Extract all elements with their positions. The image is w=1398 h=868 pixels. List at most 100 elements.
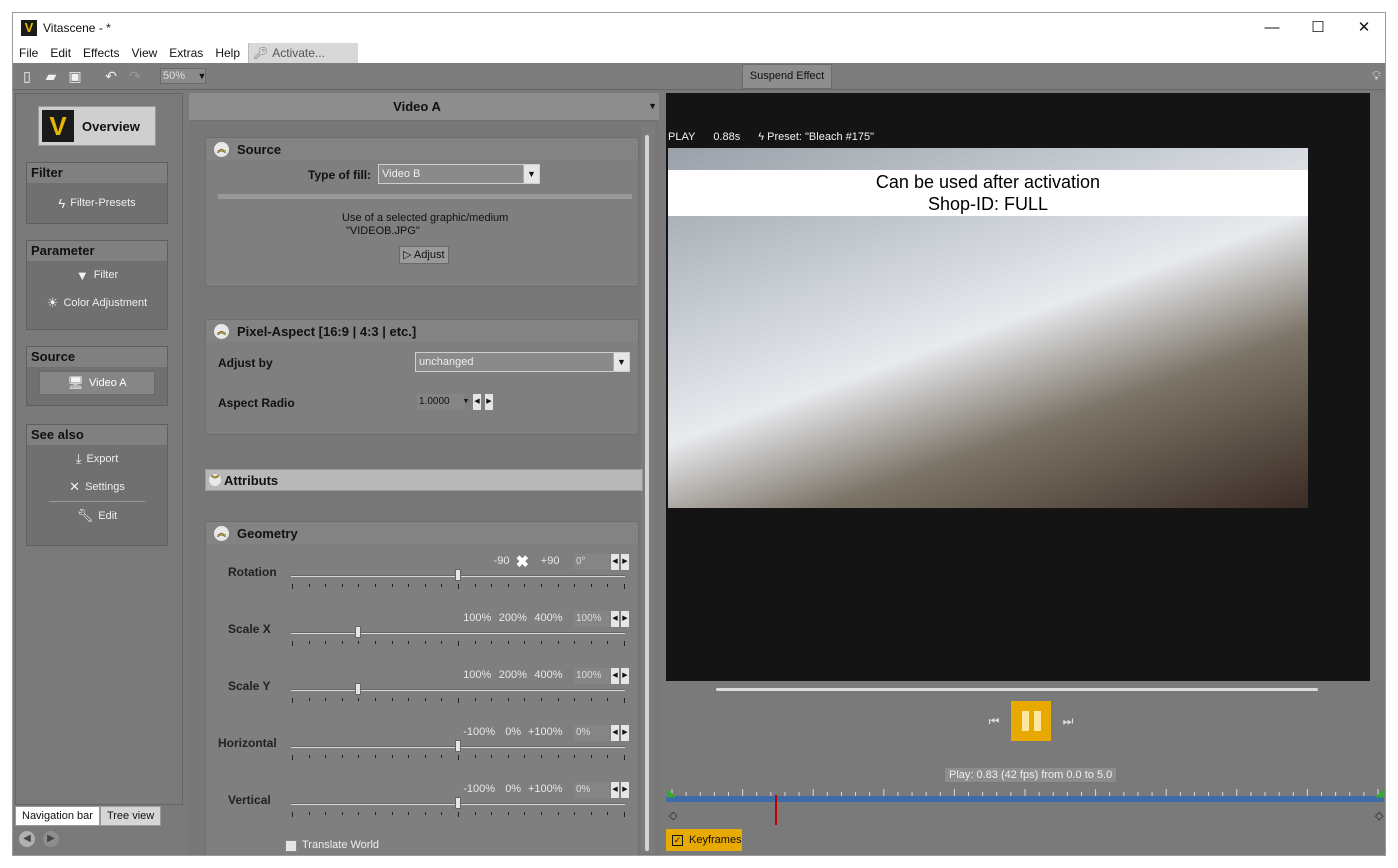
preset-button[interactable]: -100% [463,726,495,738]
preset-button[interactable]: 400% [534,612,562,624]
adjust-button[interactable]: ▷ Adjust [399,246,449,264]
geometry-value-input[interactable]: 0° [574,554,610,570]
increment-arrow-icon[interactable]: ▶ [621,611,629,627]
nav-item-filter-presets[interactable]: ϟ Filter-Presets [27,189,167,217]
tab-navigation-bar[interactable]: Navigation bar [15,806,100,826]
video-preview[interactable]: PLAY 0.88s ϟ Preset: "Bleach #175" Can b… [666,93,1370,681]
decrement-arrow-icon[interactable]: ◀ [611,725,619,741]
preview-horizontal-scrollbar[interactable] [716,688,1318,691]
preset-button[interactable]: 200% [499,669,527,681]
adjust-by-select[interactable]: unchanged ▼ [415,352,630,372]
increment-arrow-icon[interactable]: ▶ [621,725,629,741]
slider-thumb[interactable] [455,740,461,752]
chevron-down-icon[interactable]: ▼ [648,101,657,111]
menu-effects[interactable]: Effects [77,46,125,60]
pause-button[interactable] [1011,701,1051,741]
menu-edit[interactable]: Edit [44,46,77,60]
chevron-up-icon[interactable]: ︽ [214,323,229,339]
chevron-down-icon[interactable]: ︾ [209,474,221,486]
preview-scrollbar[interactable] [1372,93,1385,681]
decrement-arrow-icon[interactable]: ◀ [473,394,481,410]
aspect-radio-input[interactable]: 1.0000 [417,394,465,410]
geometry-slider[interactable] [291,689,625,691]
chevron-down-icon[interactable]: ▼ [523,165,539,183]
reset-x-icon[interactable]: ✖ [516,552,529,572]
section-header[interactable]: ︽ Pixel-Aspect [16:9 | 4:3 | etc.] [206,320,638,342]
geometry-value-input[interactable]: 0% [574,725,610,741]
undo-icon[interactable]: ↶ [103,68,119,84]
nav-item-settings[interactable]: ✕ Settings [27,473,167,501]
decrement-arrow-icon[interactable]: ◀ [611,668,619,684]
preset-button[interactable]: 400% [534,669,562,681]
start-marker-icon[interactable]: ◣ [667,785,676,799]
section-header[interactable]: ︾ Attributs [206,470,642,490]
suspend-effect-button[interactable]: Suspend Effect [742,64,832,89]
preset-button[interactable]: 0% [505,726,521,738]
panel-scrollbar[interactable] [641,123,655,853]
slider-thumb[interactable] [354,683,361,695]
skip-back-icon[interactable]: ⏮︎ [985,712,1003,730]
menu-file[interactable]: File [13,46,44,60]
tab-tree-view[interactable]: Tree view [99,806,162,826]
nav-item-video-a[interactable]: 🖥︎ Video A [39,371,155,395]
timeline-cursor[interactable] [775,795,778,825]
menu-help[interactable]: Help [209,46,246,60]
chevron-down-icon[interactable]: ▼ [196,68,208,84]
close-button[interactable]: ✕ [1341,13,1385,43]
lightbulb-icon[interactable]: 💡︎ [1372,68,1381,84]
decrement-arrow-icon[interactable]: ◀ [611,611,619,627]
nav-item-edit[interactable]: 🔧︎ Edit [27,502,167,530]
geometry-value-input[interactable]: 100% [574,668,610,684]
section-header[interactable]: ︽ Geometry [206,522,638,544]
slider-thumb[interactable] [354,626,361,638]
minimize-button[interactable]: — [1249,13,1295,43]
open-folder-icon[interactable]: ▰ [43,68,59,84]
slider-thumb[interactable] [455,569,461,581]
chevron-down-icon[interactable]: ▼ [613,353,629,371]
preset-button[interactable]: 100% [463,669,491,681]
translate-world-checkbox[interactable] [285,840,297,852]
save-icon[interactable]: ▣ [67,68,83,84]
scrollbar-thumb[interactable] [645,135,649,851]
menu-extras[interactable]: Extras [163,46,209,60]
activate-menu[interactable]: 🔑︎ Activate... [248,43,358,63]
chevron-up-icon[interactable]: ︽ [214,525,229,541]
type-of-fill-select[interactable]: Video B ▼ [378,164,540,184]
preset-button[interactable]: -90 [494,555,510,567]
maximize-button[interactable]: ☐ [1295,13,1341,43]
chevron-up-icon[interactable]: ︽ [214,141,229,157]
keyframe-diamond-icon[interactable]: ◇ [1375,809,1383,822]
geometry-slider[interactable] [291,632,625,634]
preset-button[interactable]: -100% [463,783,495,795]
redo-icon[interactable]: ↷ [127,68,143,84]
forward-arrow-icon[interactable]: ▶ [43,831,59,847]
nav-item-export[interactable]: ⤓ Export [27,445,167,473]
section-attributs[interactable]: ︾ Attributs [205,469,643,491]
geometry-value-input[interactable]: 100% [574,611,610,627]
timeline[interactable] [666,796,1384,802]
decrement-arrow-icon[interactable]: ◀ [611,782,619,798]
preset-button[interactable]: +100% [528,726,563,738]
preset-button[interactable]: +100% [528,783,563,795]
decrement-arrow-icon[interactable]: ◀ [611,554,619,570]
preset-button[interactable]: 0% [505,783,521,795]
increment-arrow-icon[interactable]: ▶ [621,668,629,684]
increment-arrow-icon[interactable]: ▶ [485,394,493,410]
keyframes-toggle[interactable]: ✓ Keyframes [666,829,742,851]
increment-arrow-icon[interactable]: ▶ [621,554,629,570]
preset-button[interactable]: +90 [541,555,560,567]
skip-forward-icon[interactable]: ⏭︎ [1059,712,1077,730]
section-header[interactable]: ︽ Source [206,138,638,160]
keyframe-diamond-icon[interactable]: ◇ [669,809,677,822]
overview-button[interactable]: V Overview [38,106,156,146]
geometry-value-input[interactable]: 0% [574,782,610,798]
menu-view[interactable]: View [126,46,164,60]
back-arrow-icon[interactable]: ◀ [19,831,35,847]
chevron-down-icon[interactable]: ▼ [462,394,470,410]
nav-item-filter[interactable]: ▼ Filter [27,261,167,289]
new-file-icon[interactable]: ▯ [19,68,35,84]
end-marker-icon[interactable]: ◢ [1375,785,1384,799]
preset-button[interactable]: 200% [499,612,527,624]
slider-thumb[interactable] [455,797,461,809]
nav-item-color-adjustment[interactable]: ☀ Color Adjustment [27,289,167,317]
